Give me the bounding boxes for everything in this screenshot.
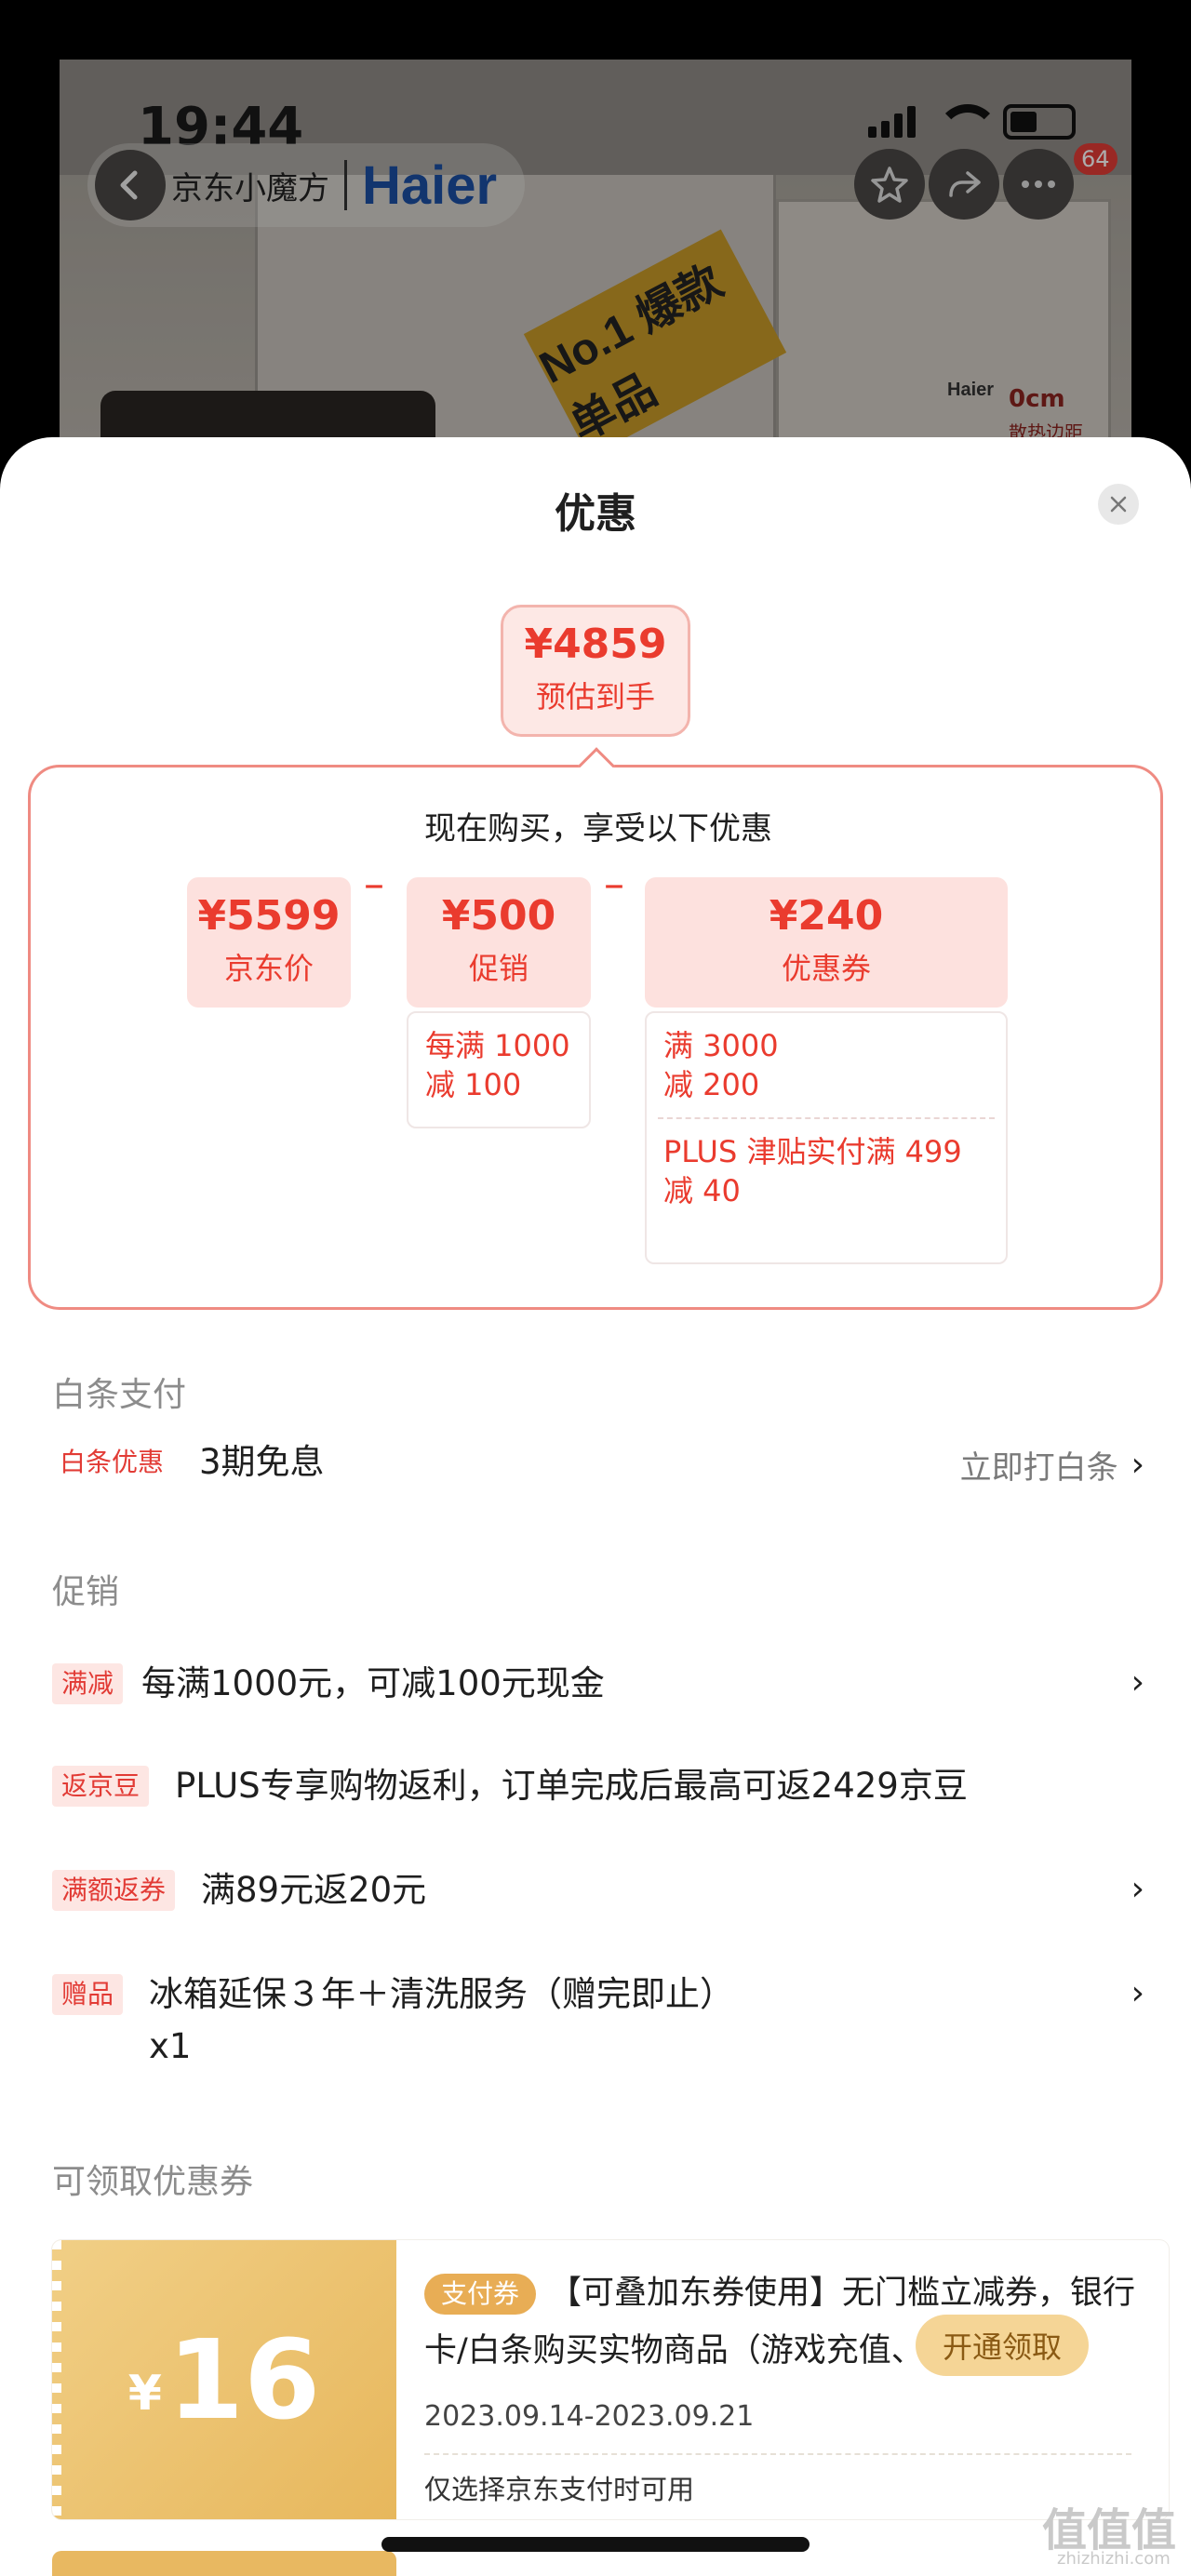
- promotion-text: 每满1000元，可减100元现金: [141, 1663, 605, 1703]
- promotion-row[interactable]: 赠品 冰箱延保３年＋清洗服务（赠完即止） x1 ›: [52, 1974, 1144, 2073]
- promotion-card: ¥500 促销: [407, 877, 591, 1008]
- chevron-right-icon: ›: [1131, 1974, 1144, 2012]
- promotion-tag: 满减: [52, 1663, 124, 1704]
- battery-icon: [1003, 104, 1076, 140]
- promotion-arrow[interactable]: ›: [1131, 1870, 1144, 1908]
- baitiao-action[interactable]: 立即打白条 ›: [960, 1442, 1144, 1488]
- promotion-label: 促销: [468, 951, 529, 986]
- coupon-section-label: 可领取优惠券: [52, 2163, 254, 2201]
- brand-text: 京东小魔方: [171, 169, 329, 207]
- coupon-amount-area: ¥ 16: [52, 2240, 396, 2519]
- estimated-price-box: ¥4859 预估到手: [501, 605, 690, 737]
- promotion-tag: 返京豆: [52, 1766, 150, 1807]
- coupon-notch: [52, 2240, 61, 2519]
- brand-logo: Haier: [362, 154, 498, 216]
- estimated-price-label: 预估到手: [535, 679, 655, 714]
- baitiao-text: 3期免息: [199, 1442, 325, 1482]
- brand-divider: [344, 160, 347, 210]
- jd-price-card: ¥5599 京东价: [187, 877, 351, 1008]
- coupon-card: ¥240 优惠券: [645, 877, 1008, 1008]
- coupon-currency: ¥: [127, 2366, 162, 2422]
- promotion-tag: 赠品: [52, 1974, 124, 2015]
- favorite-button[interactable]: [854, 149, 925, 220]
- coupon-value: ¥240: [769, 892, 884, 940]
- status-icons: [868, 104, 1076, 140]
- promotion-detail-item: 每满 1000 减 100: [408, 1013, 589, 1117]
- minus-sign: –: [364, 861, 384, 908]
- coupon-detail-line: 满 3000: [663, 1028, 779, 1063]
- minus-sign: –: [604, 861, 624, 908]
- coupon-detail-line: 减 200: [663, 1067, 760, 1102]
- share-button[interactable]: [929, 149, 999, 220]
- breakdown-title: 现在购买，享受以下优惠: [424, 810, 772, 848]
- coupon-card-partial: [52, 2551, 396, 2576]
- promotion-tag: 满额返券: [52, 1870, 176, 1911]
- coupon-label: 优惠券: [781, 951, 871, 986]
- coupon-detail: 满 3000 减 200 PLUS 津贴实付满 499 减 40: [645, 1011, 1008, 1264]
- coupon-type-tag: 支付券: [424, 2274, 537, 2315]
- baitiao-tag: 白条优惠: [60, 1447, 165, 1477]
- share-icon: [949, 171, 981, 197]
- coupon-card: ¥ 16 支付券 【可叠加东券使用】无门槛立减券，银行卡/白条购买实物商品（游戏充…: [52, 2240, 1169, 2519]
- baitiao-section-label: 白条支付: [52, 1376, 187, 1414]
- product-spec-value: 0cm: [1009, 385, 1065, 413]
- coupon-detail-line: PLUS 津贴实付满 499: [663, 1134, 962, 1169]
- gift-quantity: x1: [149, 2026, 192, 2066]
- signal-icon: [868, 106, 916, 138]
- promotion-detail-line: 每满 1000: [425, 1028, 570, 1063]
- chevron-right-icon: ›: [1131, 1663, 1144, 1702]
- more-icon: [1022, 180, 1055, 188]
- price-breakdown: 现在购买，享受以下优惠 ¥5599 京东价 – ¥500 促销 – ¥240 优…: [28, 765, 1163, 1310]
- coupon-detail-item: 满 3000 减 200: [647, 1013, 1006, 1117]
- promotion-arrow[interactable]: ›: [1131, 1663, 1144, 1702]
- gift-name: 冰箱延保３年＋清洗服务（赠完即止）: [149, 1974, 735, 2014]
- baitiao-row[interactable]: 白条优惠 3期免息 立即打白条 ›: [52, 1442, 1144, 1488]
- coupon-date-range: 2023.09.14-2023.09.21: [424, 2400, 755, 2433]
- promotion-text: PLUS专享购物返利，订单完成后最高可返2429京豆: [175, 1766, 968, 1806]
- back-button[interactable]: [95, 150, 166, 220]
- promotion-arrow[interactable]: ›: [1131, 1974, 1144, 2012]
- promotion-text: 满89元返20元: [201, 1870, 427, 1910]
- chevron-right-icon: ›: [1131, 1446, 1144, 1484]
- discount-sheet: 优惠 ¥4859 预估到手 现在购买，享受以下优惠 ¥5599 京东价 – ¥5…: [0, 437, 1191, 2576]
- wifi-icon: [936, 104, 999, 140]
- coupon-detail-line: 减 40: [663, 1173, 741, 1208]
- promotion-row: 返京豆 PLUS专享购物返利，订单完成后最高可返2429京豆: [52, 1766, 1144, 1812]
- jd-price-label: 京东价: [223, 951, 314, 986]
- watermark-url: zhizhizhi.com: [1057, 2549, 1171, 2569]
- message-count-badge: 64: [1074, 143, 1117, 175]
- promotion-section-label: 促销: [52, 1573, 120, 1611]
- promotion-row[interactable]: 满减 每满1000元，可减100元现金 ›: [52, 1663, 1144, 1710]
- promotion-row[interactable]: 满额返券 满89元返20元 ›: [52, 1870, 1144, 1916]
- close-button[interactable]: [1098, 484, 1139, 525]
- coupon-detail-item: PLUS 津贴实付满 499 减 40: [647, 1119, 1006, 1223]
- sheet-title: 优惠: [555, 490, 636, 538]
- gift-text: 冰箱延保３年＋清洗服务（赠完即止） x1: [149, 1969, 734, 2073]
- star-icon: [871, 167, 908, 203]
- coupon-divider: [424, 2453, 1131, 2455]
- close-icon: [1110, 496, 1127, 513]
- more-button[interactable]: [1003, 149, 1074, 220]
- coupon-info: 支付券 【可叠加东券使用】无门槛立减券，银行卡/白条购买实物商品（游戏充值、京东国…: [424, 2264, 1159, 2507]
- chevron-left-icon: [120, 170, 138, 200]
- promotion-detail: 每满 1000 减 100: [407, 1011, 591, 1128]
- brand-header: 京东小魔方 Haier: [87, 143, 525, 227]
- baitiao-action-label: 立即打白条: [959, 1449, 1118, 1487]
- coupon-claim-button[interactable]: 开通领取: [916, 2315, 1089, 2376]
- promotion-detail-line: 减 100: [425, 1067, 522, 1102]
- chevron-right-icon: ›: [1131, 1870, 1144, 1908]
- home-indicator[interactable]: [381, 2537, 810, 2552]
- coupon-amount: 16: [167, 2316, 321, 2444]
- estimated-price: ¥4859: [524, 621, 667, 668]
- jd-price-value: ¥5599: [197, 892, 341, 940]
- promotion-value: ¥500: [441, 892, 556, 940]
- product-small-logo: Haier: [947, 380, 995, 400]
